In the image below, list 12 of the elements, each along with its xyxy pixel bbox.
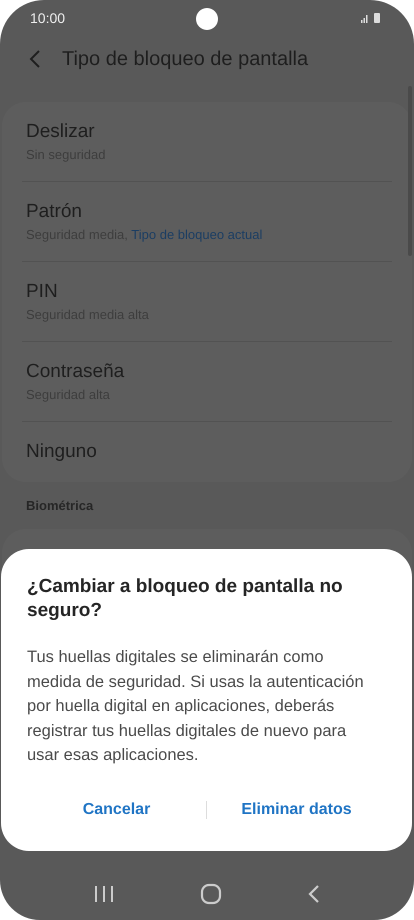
- status-time: 10:00: [30, 10, 66, 26]
- dialog-message: Tus huellas digitales se eliminarán como medida de seguridad. Si usas la autenticación por huella digital en aplicaciones, deberás registrar tus huellas digitales de nuevo para usar esas aplicaciones.: [27, 647, 365, 766]
- recent-apps-icon[interactable]: [92, 885, 115, 903]
- back-icon[interactable]: [28, 49, 42, 69]
- back-icon[interactable]: [307, 884, 322, 904]
- dialog-button[interactable]: Eliminar datos: [207, 795, 386, 825]
- dialog-button[interactable]: Cancelar: [27, 795, 206, 825]
- dialog-title: ¿Cambiar a bloqueo de pantalla no seguro?: [27, 575, 344, 623]
- home-icon[interactable]: [200, 883, 222, 905]
- camera-hole-icon: [196, 8, 218, 30]
- screen-title: Tipo de bloqueo de pantalla: [62, 48, 308, 70]
- lock-type-option[interactable]: Ninguno: [22, 422, 392, 482]
